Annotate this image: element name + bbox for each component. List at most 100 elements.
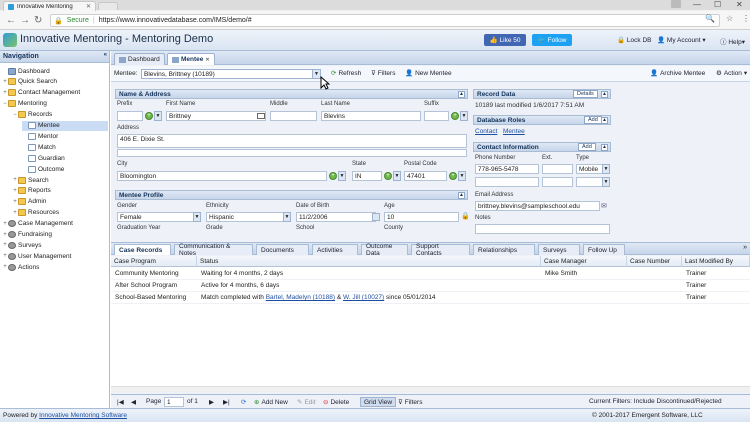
suffix-dropdown-icon[interactable]: ▼ [460, 111, 468, 121]
last-page-icon[interactable]: ▶| [223, 398, 230, 406]
table-row[interactable]: After School Program Active for 4 months,… [111, 280, 750, 292]
add-contact-button[interactable]: Add [578, 143, 596, 151]
role-mentee-link[interactable]: Mentee [503, 128, 525, 135]
type2-dropdown-icon[interactable]: ▼ [602, 177, 610, 187]
sidebar-item-fundraising[interactable]: + Fundraising [2, 230, 108, 240]
tab-case-records[interactable]: Case Records [114, 244, 171, 255]
sidebar-item-surveys[interactable]: + Surveys [2, 240, 108, 250]
more-tabs-icon[interactable]: » [743, 244, 747, 251]
address-line2-field[interactable] [117, 149, 467, 157]
notes-field[interactable] [475, 224, 610, 234]
next-page-icon[interactable]: ▶ [209, 398, 214, 406]
back-icon[interactable]: ← [6, 15, 16, 26]
close-tab-icon[interactable]: ✕ [205, 57, 209, 63]
close-window-icon[interactable]: ✕ [736, 0, 743, 9]
add-prefix-icon[interactable]: + [145, 112, 153, 120]
horizontal-scrollbar[interactable] [111, 386, 750, 392]
calendar-icon[interactable] [372, 213, 380, 221]
column-header[interactable]: Last Modified By [682, 256, 750, 267]
sidebar-item-search[interactable]: + Search [12, 175, 108, 185]
facebook-like-button[interactable]: 👍 Like 50 [484, 34, 526, 46]
sidebar-item-admin[interactable]: + Admin [12, 197, 108, 207]
prefix-dropdown-icon[interactable]: ▼ [154, 111, 162, 121]
address-field[interactable]: 406 E. Dixie St. [117, 134, 467, 148]
powered-by-link[interactable]: Innovative Mentoring Software [39, 412, 127, 419]
add-state-icon[interactable]: + [384, 172, 392, 180]
phone2-field[interactable] [475, 177, 539, 187]
email-field[interactable]: brittney.blevins@sampleschool.edu [475, 201, 600, 211]
suffix-field[interactable] [424, 111, 449, 121]
postal-dropdown-icon[interactable]: ▼ [458, 171, 466, 181]
add-postal-icon[interactable]: + [449, 172, 457, 180]
phone-field[interactable]: 778-965-5478 [475, 164, 539, 174]
reload-icon[interactable]: ↻ [34, 15, 42, 26]
sidebar-item-mentee[interactable]: Mentee [22, 120, 108, 131]
sidebar-item-contact-management[interactable]: + Contact Management [2, 88, 108, 98]
collapse-icon[interactable]: ▲ [601, 91, 608, 98]
sidebar-item-dashboard[interactable]: Dashboard [2, 66, 108, 76]
column-header[interactable]: Case Program [111, 256, 197, 267]
browser-tab[interactable]: Innovative Mentoring ✕ [3, 1, 96, 11]
state-field[interactable]: IN [352, 171, 382, 181]
match-link[interactable]: Bartel, Madelyn (10188) [266, 294, 335, 301]
page-input[interactable]: 1 [164, 397, 184, 407]
collapse-icon[interactable]: ▲ [601, 117, 608, 124]
column-header[interactable]: Case Manager [541, 256, 627, 267]
collapse-icon[interactable]: ▲ [458, 91, 465, 98]
first-page-icon[interactable]: |◀ [117, 398, 124, 406]
type-field[interactable]: Mobile [576, 164, 604, 174]
tab-relationships[interactable]: Relationships [473, 244, 535, 255]
match-link[interactable]: W. Jill (10027) [343, 294, 384, 301]
details-button[interactable]: Details [573, 90, 598, 98]
twitter-follow-button[interactable]: 🐦 Follow [532, 34, 572, 46]
tab-surveys[interactable]: Surveys [538, 244, 580, 255]
sidebar-item-reports[interactable]: + Reports [12, 186, 108, 196]
sidebar-item-resources[interactable]: + Resources [12, 208, 108, 218]
column-header[interactable]: Case Number [627, 256, 682, 267]
tab-mentee[interactable]: Mentee ✕ [167, 53, 215, 65]
sidebar-item-mentor[interactable]: Mentor [22, 131, 108, 141]
sidebar-item-records[interactable]: − Records [12, 110, 108, 120]
collapse-icon[interactable]: ▲ [458, 192, 465, 199]
tab-follow-up[interactable]: Follow Up [583, 244, 625, 255]
add-city-icon[interactable]: + [329, 172, 337, 180]
type-dropdown-icon[interactable]: ▼ [602, 164, 610, 174]
forward-icon[interactable]: → [20, 15, 30, 26]
user-profile-icon[interactable] [671, 0, 681, 8]
last-name-field[interactable]: Blevins [321, 111, 421, 121]
refresh-button[interactable]: ⟳ Refresh [331, 69, 361, 78]
archive-mentee-button[interactable]: 👤 Archive Mentee [650, 69, 705, 78]
add-new-button[interactable]: ⊕ Add New [254, 398, 288, 407]
sidebar-item-user-management[interactable]: + User Management [2, 251, 108, 261]
tab-activities[interactable]: Activities [312, 244, 358, 255]
gender-dropdown-icon[interactable]: ▼ [193, 212, 201, 222]
url-bar[interactable]: 🔒 Secure | https://www.innovativedatabas… [50, 14, 720, 27]
help-button[interactable]: ⓘ Help▾ [720, 36, 745, 46]
postal-code-field[interactable]: 47401 [404, 171, 447, 181]
sidebar-item-mentoring[interactable]: − Mentoring [2, 99, 108, 109]
maximize-icon[interactable]: ☐ [714, 0, 721, 9]
close-tab-icon[interactable]: ✕ [86, 3, 91, 10]
filters-button[interactable]: ⊽ Filters [371, 69, 395, 78]
minimize-icon[interactable]: — [693, 0, 701, 9]
name-card-icon[interactable] [257, 113, 265, 119]
menu-dots-icon[interactable]: ⋮ [742, 14, 750, 23]
table-row[interactable]: School-Based Mentoring Match completed wi… [111, 292, 750, 304]
age-field[interactable]: 10 [384, 212, 459, 222]
my-account-button[interactable]: 👤 My Account ▾ [657, 36, 706, 44]
state-dropdown-icon[interactable]: ▼ [393, 171, 401, 181]
sidebar-item-actions[interactable]: + Actions [2, 262, 108, 272]
add-suffix-icon[interactable]: + [451, 112, 459, 120]
tab-support-contacts[interactable]: Support Contacts [411, 243, 470, 257]
role-contact-link[interactable]: Contact [475, 128, 497, 135]
prefix-field[interactable] [117, 111, 143, 121]
sidebar-item-quick-search[interactable]: + Quick Search [2, 77, 108, 87]
collapse-icon[interactable]: ▲ [601, 144, 608, 151]
tab-communication-notes[interactable]: Communication & Notes [174, 243, 253, 257]
new-mentee-button[interactable]: 👤 New Mentee [405, 69, 452, 78]
first-name-field[interactable]: Brittney [166, 111, 266, 121]
grid-filters-button[interactable]: ⊽ Filters [398, 398, 422, 407]
middle-field[interactable] [270, 111, 317, 121]
collapse-panel-icon[interactable]: « [104, 52, 107, 58]
email-icon[interactable]: ✉ [601, 202, 607, 210]
